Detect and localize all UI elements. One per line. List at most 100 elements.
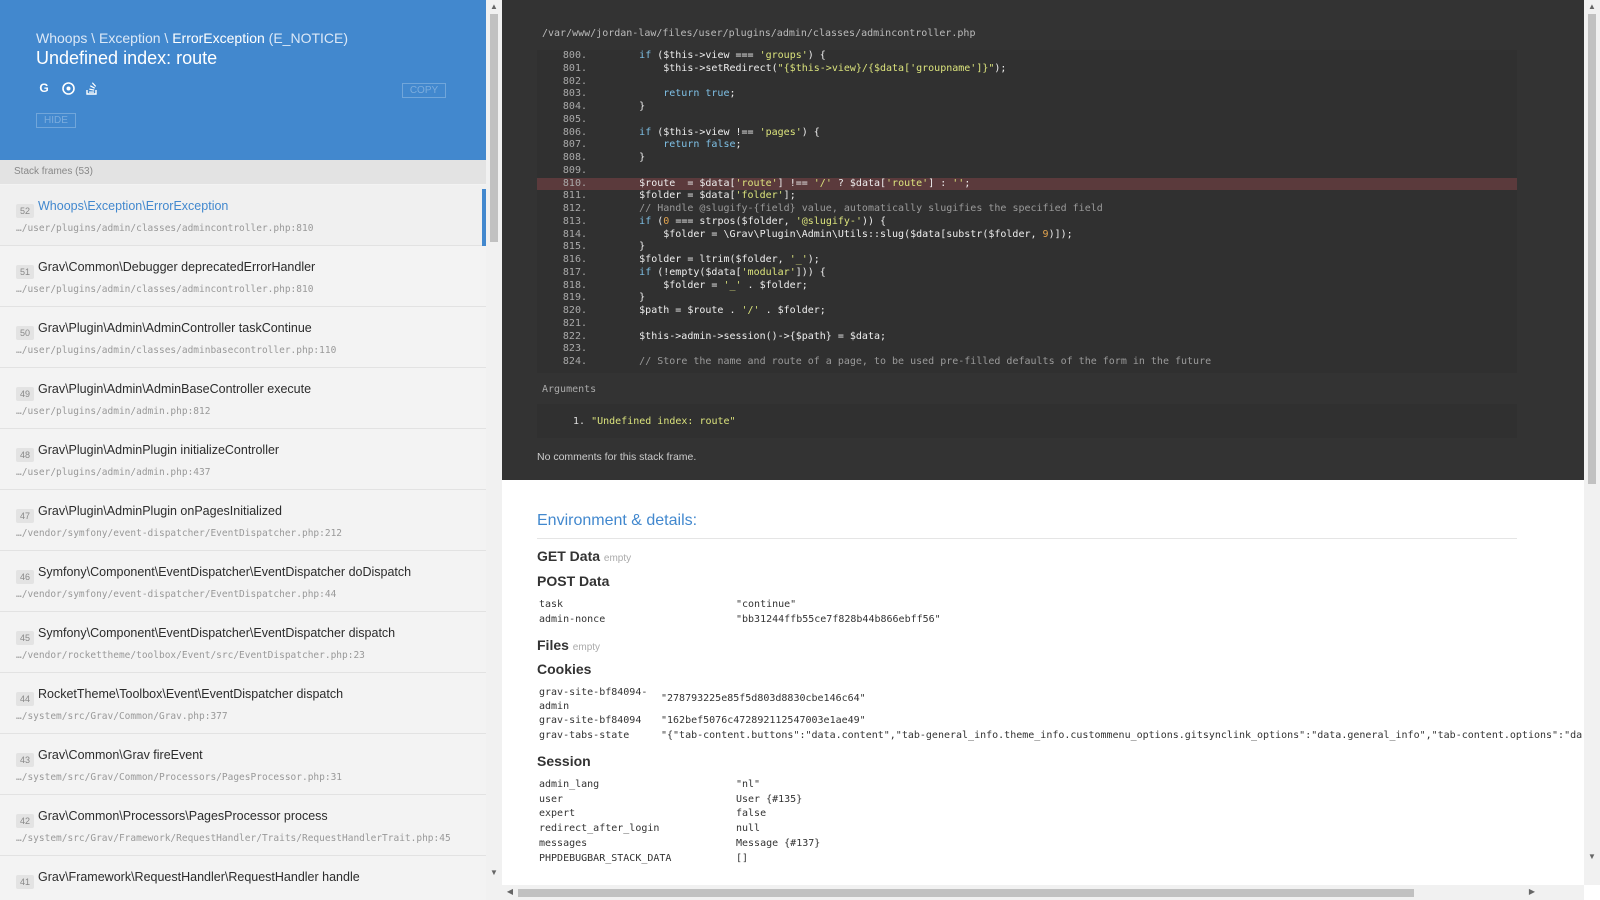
code-line: 819. } [537,292,1517,305]
empty-label: empty [572,642,601,653]
scroll-up-arrow[interactable]: ▲ [1584,0,1600,14]
cookie-key-cont: admin [539,701,570,712]
stackoverflow-icon[interactable] [84,80,100,96]
line-number: 815. [562,241,587,253]
code-line: 814. $folder = \Grav\Plugin\Admin\Utils:… [537,229,1517,242]
line-code: $path = $route . '/' . $folder; [591,305,826,316]
line-number: 811. [562,190,587,202]
frame-title: Grav\Framework\RequestHandler\RequestHan… [38,870,360,884]
stack-frame[interactable]: 51 Grav\Common\Debugger deprecatedErrorHa… [0,246,486,307]
line-code: // Store the name and route of a page, t… [639,356,1212,367]
stack-frame[interactable]: 48 Grav\Plugin\AdminPlugin initializeCont… [0,429,486,490]
session-value: null [736,823,761,834]
frame-index: 41 [16,875,34,889]
frame-title: RocketTheme\Toolbox\Event\EventDispatche… [38,687,344,701]
session-key: admin_lang [539,779,600,790]
stack-frame[interactable]: 46 Symfony\Component\EventDispatcher\Even… [0,551,486,612]
scroll-down-arrow[interactable]: ▼ [1584,850,1600,864]
line-number: 813. [562,215,587,227]
horizontal-scrollbar[interactable]: ◀ ▶ [502,885,1584,900]
stack-frame[interactable]: 47 Grav\Plugin\AdminPlugin onPagesInitial… [0,490,486,551]
page-scrollbar-thumb[interactable] [1588,14,1596,484]
line-number: 801. [562,62,587,74]
line-number: 806. [562,126,587,138]
line-number: 807. [562,139,587,151]
stack-frame[interactable]: 41 Grav\Framework\RequestHandler\RequestH… [0,856,486,900]
exception-header: Whoops \ Exception \ ErrorException (E_N… [0,0,486,160]
stack-frame[interactable]: 45 Symfony\Component\EventDispatcher\Even… [0,612,486,673]
session-key: user [539,794,564,805]
frame-index: 45 [16,631,34,645]
scroll-down-arrow[interactable]: ▼ [486,866,502,880]
code-line: 800. if ($this->view === 'groups') { [537,50,1517,63]
frame-title: Grav\Common\Debugger deprecatedErrorHand… [38,260,316,274]
session-key: PHPDEBUGBAR_STACK_DATA [539,853,672,864]
scroll-left-arrow[interactable]: ◀ [502,885,518,899]
code-line: 820. $path = $route . '/' . $folder; [537,305,1517,318]
post-key: admin-nonce [539,614,606,625]
cookie-key: grav-site-bf84094 [539,715,642,726]
post-data-title: POST Data [537,573,610,589]
session-value: User {#135} [736,794,803,805]
line-code: $folder = \Grav\Plugin\Admin\Utils::slug… [591,228,1073,240]
cookie-key: grav-tabs-state [539,730,630,741]
code-line: 806. if ($this->view !== 'pages') { [537,127,1517,140]
stack-frames-heading: Stack frames (53) [0,160,486,184]
post-value: "continue" [736,599,797,610]
frame-index: 42 [16,814,34,828]
line-code: $folder = ltrim($folder, '_'); [591,254,820,265]
get-data-title: GET Data empty [537,548,632,564]
stack-frame[interactable]: 44 RocketTheme\Toolbox\Event\EventDispatc… [0,673,486,734]
cookie-value: "{"tab-content.buttons":"data.content","… [661,730,1583,741]
session-value: Message {#137} [736,838,821,849]
page-scrollbar[interactable]: ▲ ▼ [1584,0,1600,885]
duckduckgo-icon[interactable] [60,80,76,96]
line-number: 818. [562,279,587,291]
files-title: Files empty [537,637,601,653]
frame-title: Whoops\Exception\ErrorException [38,199,229,213]
line-number: 800. [562,50,587,61]
hide-button[interactable]: HIDE [36,113,76,128]
frame-file: …/vendor/symfony/event-dispatcher/EventD… [16,589,337,600]
frame-index: 52 [16,204,34,218]
session-key: messages [539,838,588,849]
line-code: // Handle @slugify-{field} value, automa… [639,203,1103,214]
code-line: 818. $folder = '_' . $folder; [537,280,1517,293]
scroll-right-arrow[interactable]: ▶ [1524,885,1540,899]
line-number: 808. [562,152,587,163]
code-line: 821. [537,318,1517,331]
frames-scrollbar-thumb[interactable] [490,14,498,242]
frame-file: …/user/plugins/admin/classes/admincontro… [16,223,314,234]
stack-frame[interactable]: 43 Grav\Common\Grav fireEvent …/system/src… [0,734,486,795]
line-number: 824. [562,356,587,367]
stack-frame[interactable]: 49 Grav\Plugin\Admin\AdminBaseController … [0,368,486,429]
cookie-value: "278793225e85f5d803d8830cbe146c64" [661,693,866,704]
frames-scrollbar[interactable]: ▲ ▼ [486,0,502,900]
line-number: 814. [562,228,587,240]
session-key: expert [539,808,576,819]
line-code: $this->setRedirect("{$this->view}/{$data… [591,62,1007,74]
copy-button[interactable]: COPY [402,83,446,98]
line-number: 809. [562,164,587,176]
frame-code-panel: /var/www/jordan-law/files/user/plugins/a… [502,0,1584,480]
session-value: "nl" [736,779,761,790]
stack-frame[interactable]: 42 Grav\Common\Processors\PagesProcessor … [0,795,486,856]
stack-frame[interactable]: 50 Grav\Plugin\Admin\AdminController task… [0,307,486,368]
line-code: } [591,152,646,163]
session-value: false [736,808,767,819]
line-code: return false; [663,139,742,151]
frame-file-path[interactable]: /var/www/jordan-law/files/user/plugins/a… [542,28,975,39]
code-line: 809. [537,165,1517,178]
google-icon[interactable]: G [36,80,52,96]
frame-title: Grav\Plugin\AdminPlugin initializeContro… [38,443,280,457]
scroll-up-arrow[interactable]: ▲ [486,0,502,14]
code-line: 823. [537,343,1517,356]
environment-details: Environment & details: GET Data empty PO… [537,480,1584,885]
session-key: redirect_after_login [539,823,660,834]
horizontal-scrollbar-thumb[interactable] [518,889,1414,897]
stack-frame[interactable]: 52 Whoops\Exception\ErrorException …/user/… [0,185,486,246]
line-number: 820. [562,305,587,316]
exception-class-name: ErrorException [172,30,265,46]
line-number: 822. [562,330,587,342]
line-number: 803. [562,88,587,100]
